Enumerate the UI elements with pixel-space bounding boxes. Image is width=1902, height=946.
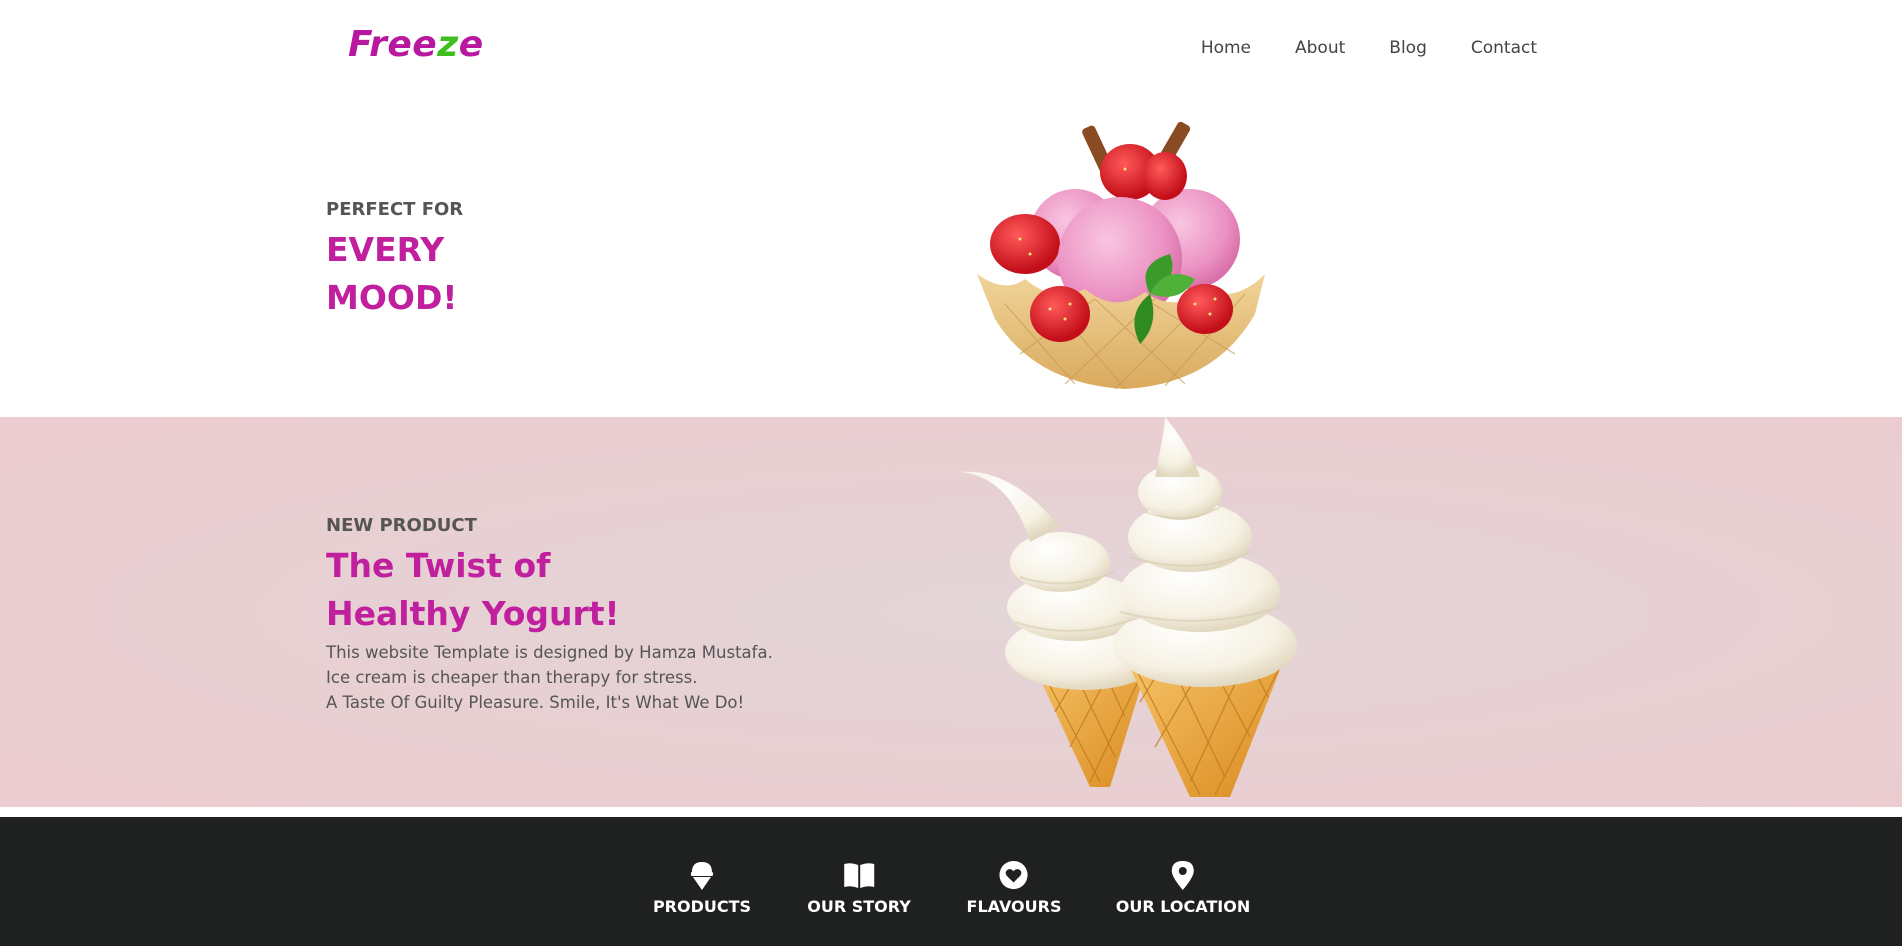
footer-nav: PRODUCTS OUR STORY FLAVOURS OUR LOCATION bbox=[0, 817, 1902, 946]
footer-label: OUR STORY bbox=[807, 897, 911, 916]
map-pin-icon bbox=[1171, 861, 1194, 890]
hero1-headline-line1: EVERY bbox=[326, 230, 445, 269]
nav-blog[interactable]: Blog bbox=[1389, 38, 1427, 58]
footer-item-flavours[interactable]: FLAVOURS bbox=[966, 859, 1062, 916]
description-line: A Taste Of Guilty Pleasure. Smile, It's … bbox=[326, 693, 745, 712]
logo[interactable]: Freeze bbox=[348, 24, 484, 65]
hero1-headline-line2: MOOD! bbox=[326, 278, 458, 317]
hero2-eyebrow: NEW PRODUCT bbox=[326, 515, 477, 536]
logo-text-end: e bbox=[458, 24, 484, 65]
site-header: Freeze Home About Blog Contact bbox=[0, 0, 1902, 100]
nav-home[interactable]: Home bbox=[1201, 38, 1251, 58]
hero2-description: This website Template is designed by Ham… bbox=[326, 640, 773, 715]
description-line: This website Template is designed by Ham… bbox=[326, 643, 773, 662]
hero-perfect-for: PERFECT FOR EVERY MOOD! bbox=[0, 100, 1902, 417]
logo-text-accent: z bbox=[437, 24, 459, 65]
section-divider bbox=[0, 807, 1902, 817]
main-nav: Home About Blog Contact bbox=[1201, 38, 1537, 58]
nav-about[interactable]: About bbox=[1295, 38, 1345, 58]
footer-label: PRODUCTS bbox=[652, 897, 752, 916]
description-line: Ice cream is cheaper than therapy for st… bbox=[326, 668, 698, 687]
footer-item-products[interactable]: PRODUCTS bbox=[653, 859, 751, 916]
ice-cream-icon bbox=[690, 862, 713, 890]
logo-text-start: Free bbox=[348, 24, 438, 65]
footer-label: FLAVOURS bbox=[966, 897, 1062, 916]
hero2-headline-line1: The Twist of bbox=[326, 546, 551, 585]
heart-icon bbox=[999, 860, 1029, 890]
hero1-text: PERFECT FOR EVERY MOOD! bbox=[326, 199, 463, 322]
hero2-text: NEW PRODUCT The Twist of Healthy Yogurt!… bbox=[326, 515, 773, 715]
footer-label: OUR LOCATION bbox=[1115, 897, 1251, 916]
nav-contact[interactable]: Contact bbox=[1471, 38, 1537, 58]
book-icon bbox=[844, 863, 874, 888]
hero2-headline-line2: Healthy Yogurt! bbox=[326, 594, 620, 633]
footer-item-our-story[interactable]: OUR STORY bbox=[807, 859, 911, 916]
footer-item-our-location[interactable]: OUR LOCATION bbox=[1116, 859, 1250, 916]
hero1-eyebrow: PERFECT FOR bbox=[326, 199, 464, 220]
soft-serve-cones-image bbox=[960, 417, 1297, 797]
strawberry-ice-cream-bowl-image bbox=[977, 121, 1265, 390]
